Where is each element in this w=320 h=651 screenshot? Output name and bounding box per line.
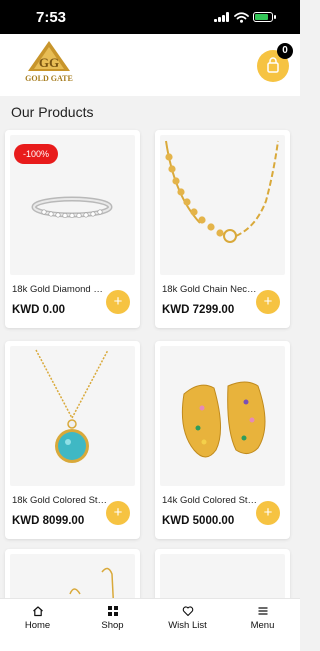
- grid-icon: [107, 606, 118, 616]
- svg-text:GG: GG: [39, 55, 59, 70]
- bottom-navigation: Home Shop Wish List Menu: [0, 598, 300, 651]
- nav-menu-label: Menu: [250, 620, 275, 631]
- signal-icon: [214, 12, 230, 22]
- nav-wish-list[interactable]: Wish List: [150, 605, 225, 631]
- chain-necklace-image: [165, 140, 279, 243]
- product-image[interactable]: -100%: [10, 135, 135, 275]
- discount-badge: -100%: [14, 144, 59, 164]
- add-to-cart-button[interactable]: +: [256, 290, 280, 314]
- menu-icon: [258, 607, 267, 615]
- section-title: Our Products: [11, 104, 94, 120]
- nav-shop[interactable]: Shop: [75, 605, 150, 631]
- product-name[interactable]: 18k Gold Diamond Band Ring: [12, 284, 108, 295]
- logo-emblem-icon: GG: [28, 41, 70, 71]
- nav-wish-list-label: Wish List: [168, 620, 207, 631]
- app-header: GG GOLD GATE 0: [0, 34, 300, 96]
- brand-logo[interactable]: GG GOLD GATE: [14, 39, 84, 91]
- plus-icon: +: [113, 504, 123, 521]
- add-to-cart-button[interactable]: +: [106, 290, 130, 314]
- product-image[interactable]: [160, 135, 285, 275]
- product-card[interactable]: 18k Gold Chain Necklace KWD 7299.00 +: [155, 130, 290, 328]
- status-bar: 7:53: [0, 0, 300, 34]
- hoop-earrings-image: [181, 381, 266, 458]
- product-name[interactable]: 18k Gold Chain Necklace: [162, 284, 258, 295]
- nav-home[interactable]: Home: [0, 605, 75, 631]
- wifi-icon: [234, 12, 249, 23]
- plus-icon: +: [263, 293, 273, 310]
- logo-text: GOLD GATE: [25, 74, 73, 83]
- nav-shop-label: Shop: [101, 620, 124, 631]
- product-name[interactable]: 18k Gold Colored Stone Necklace: [12, 495, 108, 506]
- product-price: KWD 8099.00: [12, 515, 85, 527]
- product-card[interactable]: 18k Gold Colored Stone Necklace KWD 8099…: [5, 341, 140, 539]
- product-price: KWD 5000.00: [162, 515, 235, 527]
- product-card[interactable]: -100% 18k Gold Diamond Band Ring KWD 0.0…: [5, 130, 140, 328]
- pendant-necklace-image: [35, 349, 109, 463]
- plus-icon: +: [113, 293, 123, 310]
- product-price: KWD 7299.00: [162, 304, 235, 316]
- battery-icon: [253, 12, 276, 22]
- heart-icon: [182, 606, 193, 617]
- add-to-cart-button[interactable]: +: [106, 501, 130, 525]
- home-icon: [32, 606, 43, 617]
- status-time: 7:53: [36, 9, 67, 26]
- product-image[interactable]: [160, 346, 285, 486]
- product-card[interactable]: 14k Gold Colored Stone Earrings KWD 5000…: [155, 341, 290, 539]
- product-name[interactable]: 14k Gold Colored Stone Earrings: [162, 495, 258, 506]
- add-to-cart-button[interactable]: +: [256, 501, 280, 525]
- nav-home-label: Home: [24, 620, 51, 631]
- product-price: KWD 0.00: [12, 304, 66, 316]
- product-image[interactable]: [10, 346, 135, 486]
- cart-count-badge: 0: [277, 43, 293, 59]
- plus-icon: +: [263, 504, 273, 521]
- nav-menu[interactable]: Menu: [225, 605, 300, 631]
